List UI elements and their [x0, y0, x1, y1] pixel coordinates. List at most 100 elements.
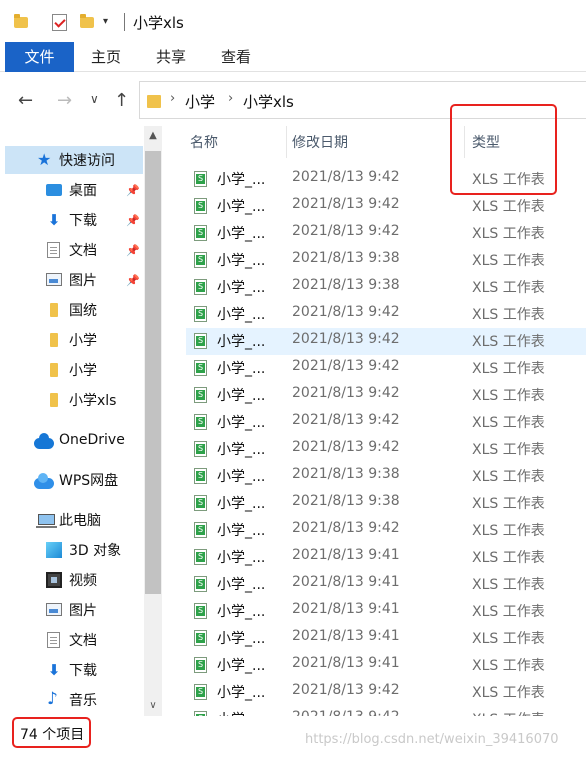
back-arrow-icon[interactable]: ←: [18, 90, 33, 111]
tab-home[interactable]: 主页: [84, 42, 128, 72]
nav-label: 文档: [69, 243, 97, 259]
column-header-name[interactable]: 名称: [190, 132, 218, 152]
nav-item-desktop[interactable]: 桌面 📌: [0, 176, 143, 204]
nav-scrollbar[interactable]: ▲ ∨: [144, 126, 162, 716]
table-row[interactable]: 小学_... 2021/8/13 9:41 XLS 工作表: [186, 625, 586, 652]
xls-file-icon: [194, 684, 207, 700]
nav-item-3d-objects[interactable]: 3D 对象: [0, 536, 143, 564]
nav-label: 快速访问: [59, 153, 115, 169]
column-divider[interactable]: [286, 126, 287, 158]
table-row[interactable]: 小学_... 2021/8/13 9:42 XLS 工作表: [186, 517, 586, 544]
breadcrumb-chevron-icon[interactable]: ›: [170, 91, 175, 106]
breadcrumb-item[interactable]: 小学: [185, 91, 215, 112]
table-row[interactable]: 小学_... 2021/8/13 9:42 XLS 工作表: [186, 328, 586, 355]
desktop-icon: [46, 184, 62, 196]
nav-quick-access[interactable]: ★ 快速访问: [5, 146, 143, 174]
file-name: 小学_...: [217, 496, 266, 512]
nav-label: 国统: [69, 303, 97, 319]
scroll-up-icon[interactable]: ▲: [144, 130, 162, 141]
file-name: 小学_...: [217, 415, 266, 431]
file-type: XLS 工作表: [472, 469, 545, 485]
table-row[interactable]: 小学_... 2021/8/13 9:42 XLS 工作表: [186, 706, 586, 716]
file-type: XLS 工作表: [472, 307, 545, 323]
table-row[interactable]: 小学_... 2021/8/13 9:42 XLS 工作表: [186, 193, 586, 220]
table-row[interactable]: 小学_... 2021/8/13 9:41 XLS 工作表: [186, 571, 586, 598]
properties-check-icon[interactable]: [52, 14, 67, 31]
quick-access-dropdown-icon[interactable]: ▾: [103, 16, 108, 27]
nav-label: 此电脑: [59, 513, 101, 529]
file-date: 2021/8/13 9:42: [292, 709, 400, 716]
table-row[interactable]: 小学_... 2021/8/13 9:38 XLS 工作表: [186, 463, 586, 490]
table-row[interactable]: 小学_... 2021/8/13 9:41 XLS 工作表: [186, 544, 586, 571]
file-name: 小学_...: [217, 550, 266, 566]
nav-item-downloads[interactable]: ⬇ 下载 📌: [0, 206, 143, 234]
nav-item-folder[interactable]: 小学xls: [0, 386, 143, 414]
forward-arrow-icon[interactable]: →: [57, 90, 72, 111]
recent-locations-chevron-icon[interactable]: ∨: [90, 92, 99, 106]
title-separator: [124, 13, 125, 31]
nav-item-downloads[interactable]: ⬇ 下载: [0, 656, 143, 684]
file-date: 2021/8/13 9:42: [292, 520, 400, 536]
xls-file-icon: [194, 603, 207, 619]
table-row[interactable]: 小学_... 2021/8/13 9:42 XLS 工作表: [186, 382, 586, 409]
file-date: 2021/8/13 9:41: [292, 574, 400, 590]
table-row[interactable]: 小学_... 2021/8/13 9:42 XLS 工作表: [186, 301, 586, 328]
nav-item-wps[interactable]: WPS网盘: [0, 466, 143, 494]
nav-item-folder[interactable]: 小学: [0, 356, 143, 384]
nav-item-music[interactable]: ♪ 音乐: [0, 686, 143, 714]
nav-item-videos[interactable]: 视频: [0, 566, 143, 594]
table-row[interactable]: 小学_... 2021/8/13 9:42 XLS 工作表: [186, 679, 586, 706]
xls-file-icon: [194, 576, 207, 592]
tab-file[interactable]: 文件: [5, 42, 74, 72]
file-name: 小学_...: [217, 631, 266, 647]
nav-label: 下载: [69, 663, 97, 679]
nav-item-this-pc[interactable]: 此电脑: [0, 506, 143, 534]
table-row[interactable]: 小学_... 2021/8/13 9:41 XLS 工作表: [186, 598, 586, 625]
table-row[interactable]: 小学_... 2021/8/13 9:38 XLS 工作表: [186, 490, 586, 517]
watermark-text: https://blog.csdn.net/weixin_39416070: [305, 732, 559, 747]
folder-icon: [50, 303, 58, 317]
nav-item-documents[interactable]: 文档: [0, 626, 143, 654]
file-date: 2021/8/13 9:38: [292, 250, 400, 266]
nav-item-folder[interactable]: 小学: [0, 326, 143, 354]
nav-item-onedrive[interactable]: OneDrive: [0, 426, 143, 454]
file-date: 2021/8/13 9:42: [292, 196, 400, 212]
scrollbar-thumb[interactable]: [145, 151, 161, 594]
file-name: 小学_...: [217, 658, 266, 674]
table-row[interactable]: 小学_... 2021/8/13 9:41 XLS 工作表: [186, 652, 586, 679]
file-date: 2021/8/13 9:38: [292, 493, 400, 509]
breadcrumb-item-current[interactable]: 小学xls: [243, 91, 294, 112]
nav-item-pictures[interactable]: 图片 📌: [0, 266, 143, 294]
new-folder-icon[interactable]: [80, 14, 94, 28]
tab-view[interactable]: 查看: [214, 42, 258, 72]
file-type: XLS 工作表: [472, 709, 545, 716]
onedrive-cloud-icon: [34, 433, 54, 449]
pin-icon: 📌: [126, 183, 140, 197]
file-name: 小学_...: [217, 709, 265, 716]
document-icon: [47, 632, 60, 648]
breadcrumb-chevron-icon[interactable]: ›: [228, 91, 233, 106]
file-type: XLS 工作表: [472, 442, 545, 458]
up-arrow-icon[interactable]: ↑: [114, 90, 129, 111]
column-header-date[interactable]: 修改日期: [292, 132, 348, 152]
file-date: 2021/8/13 9:38: [292, 277, 400, 293]
nav-item-pictures[interactable]: 图片: [0, 596, 143, 624]
file-name: 小学_...: [217, 685, 266, 701]
table-row[interactable]: 小学_... 2021/8/13 9:42 XLS 工作表: [186, 355, 586, 382]
table-row[interactable]: 小学_... 2021/8/13 9:38 XLS 工作表: [186, 247, 586, 274]
xls-file-icon: [194, 225, 207, 241]
file-type: XLS 工作表: [472, 523, 545, 539]
nav-item-documents[interactable]: 文档 📌: [0, 236, 143, 264]
xls-file-icon: [194, 495, 207, 511]
table-row[interactable]: 小学_... 2021/8/13 9:42 XLS 工作表: [186, 409, 586, 436]
tab-share[interactable]: 共享: [149, 42, 193, 72]
file-list: ^ 名称 修改日期 类型 小学_...2021/8/13 9:42XLS 工作表…: [162, 126, 586, 716]
nav-label: 小学xls: [69, 393, 117, 409]
table-row[interactable]: 小学_... 2021/8/13 9:42 XLS 工作表: [186, 436, 586, 463]
file-name: 小学_...: [217, 199, 266, 215]
folder-icon[interactable]: [14, 14, 28, 28]
scroll-down-icon[interactable]: ∨: [144, 700, 162, 711]
nav-item-folder[interactable]: 国统: [0, 296, 143, 324]
table-row[interactable]: 小学_... 2021/8/13 9:38 XLS 工作表: [186, 274, 586, 301]
table-row[interactable]: 小学_... 2021/8/13 9:42 XLS 工作表: [186, 220, 586, 247]
